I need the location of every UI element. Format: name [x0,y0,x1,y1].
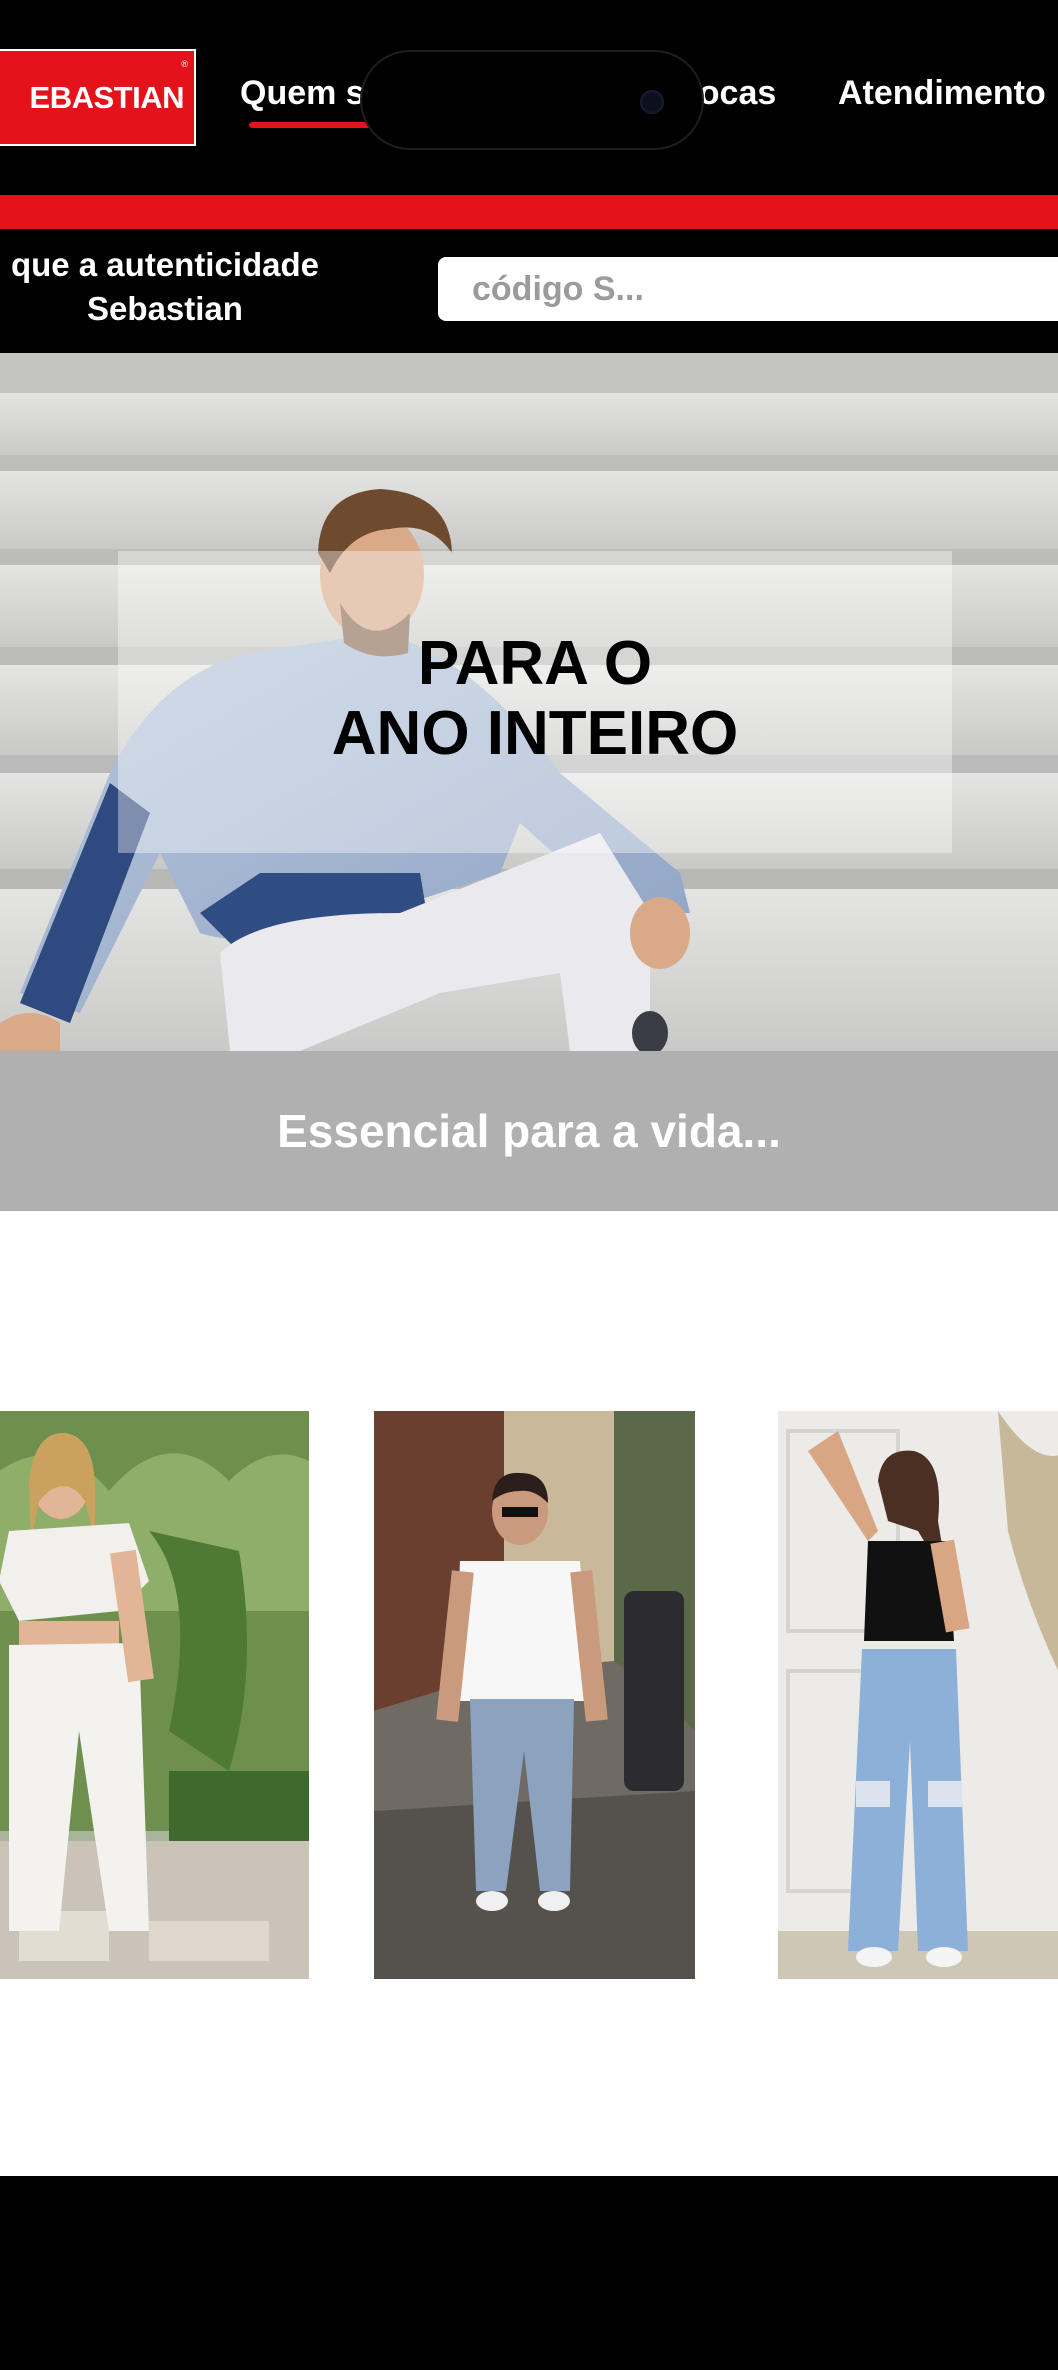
device-camera-cutout [360,50,704,150]
product-photo-ripped-jeans [778,1411,1058,1979]
tagline-text: Essencial para a vida... [277,1105,781,1157]
nav-item-quem-somos[interactable]: Quem s [240,74,399,128]
hero-title-line-1: PARA O [417,629,653,698]
authenticity-text: que a autenticidade Sebastian [10,246,320,327]
product-card-mens-tee-jeans[interactable] [374,1411,695,1979]
authenticity-code-input[interactable] [438,257,1058,321]
registered-mark: ® [181,59,188,69]
hero-banner[interactable]: PARA O ANO INTEIRO [0,353,1058,1051]
hero-title: PARA O ANO INTEIRO [118,629,952,769]
tagline-band: Essencial para a vida... [0,1051,1058,1211]
footer [0,2176,1058,2370]
product-card-ripped-jeans[interactable] [778,1411,1058,1979]
nav-item-atendimento[interactable]: Atendimento [838,74,1046,113]
top-header: EBASTIAN ® Quem s pocas Atendimento [0,0,1058,195]
product-photo-white-outfit [0,1411,309,1979]
product-card-white-outfit[interactable] [0,1411,309,1979]
product-carousel [0,1211,1058,2176]
brand-red-band [0,195,1058,229]
product-photo-mens-tee-jeans [374,1411,695,1979]
hero-title-line-2: ANO INTEIRO [331,699,739,768]
camera-lens-icon [640,90,664,114]
authenticity-bar: que a autenticidade Sebastian [0,229,1058,353]
